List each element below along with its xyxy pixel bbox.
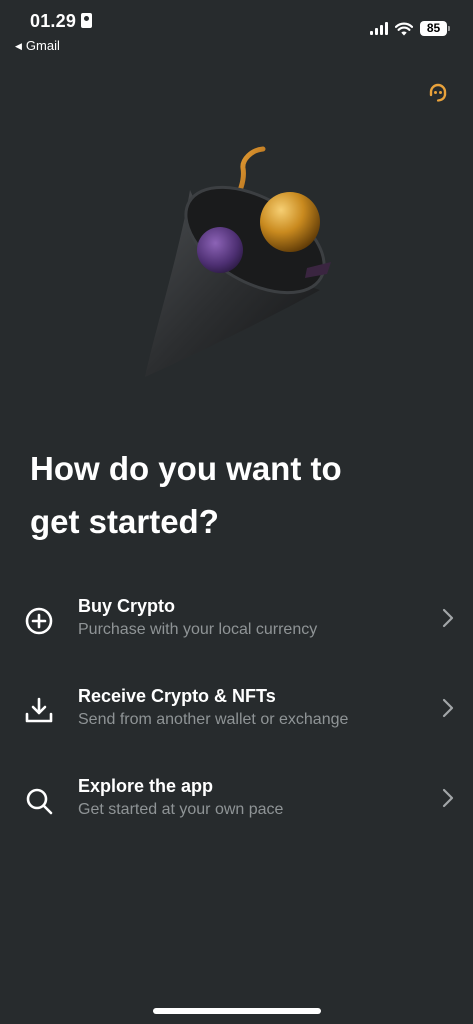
time-text: 01.29 [30,11,77,31]
chevron-right-icon [442,788,454,808]
option-buy-crypto[interactable]: Buy Crypto Purchase with your local curr… [0,596,473,666]
battery-icon: 85 [420,21,450,36]
option-subtitle: Get started at your own pace [78,801,284,818]
back-app-label: Gmail [25,38,60,53]
back-triangle-icon: ◀ [15,41,22,51]
party-popper-illustration [145,146,331,377]
download-icon [25,697,53,723]
wifi-icon [395,22,413,35]
option-title: Explore the app [78,776,214,796]
status-bar: 01.29 ◀ Gmail 85 [0,0,473,60]
option-subtitle: Purchase with your local currency [78,621,318,638]
battery-level: 85 [426,21,441,35]
page-title: How do you want to get started? [30,442,450,548]
contact-badge-icon [81,13,93,28]
option-receive-crypto[interactable]: Receive Crypto & NFTs Send from another … [0,686,473,756]
back-to-app-link[interactable]: ◀ Gmail [15,38,60,53]
cellular-signal-icon [370,22,388,35]
title-line-2: get started? [30,503,219,540]
search-icon [26,788,53,815]
status-time: 01.29 [30,11,93,32]
chevron-right-icon [442,698,454,718]
support-headset-icon[interactable] [427,82,449,104]
option-subtitle: Send from another wallet or exchange [78,711,349,728]
chevron-right-icon [442,608,454,628]
option-title: Receive Crypto & NFTs [78,686,276,706]
home-indicator[interactable] [153,1008,321,1014]
option-explore-app[interactable]: Explore the app Get started at your own … [0,776,473,846]
option-title: Buy Crypto [78,596,176,616]
plus-circle-icon [25,607,53,635]
title-line-1: How do you want to [30,450,342,487]
status-indicators: 85 [370,21,450,36]
